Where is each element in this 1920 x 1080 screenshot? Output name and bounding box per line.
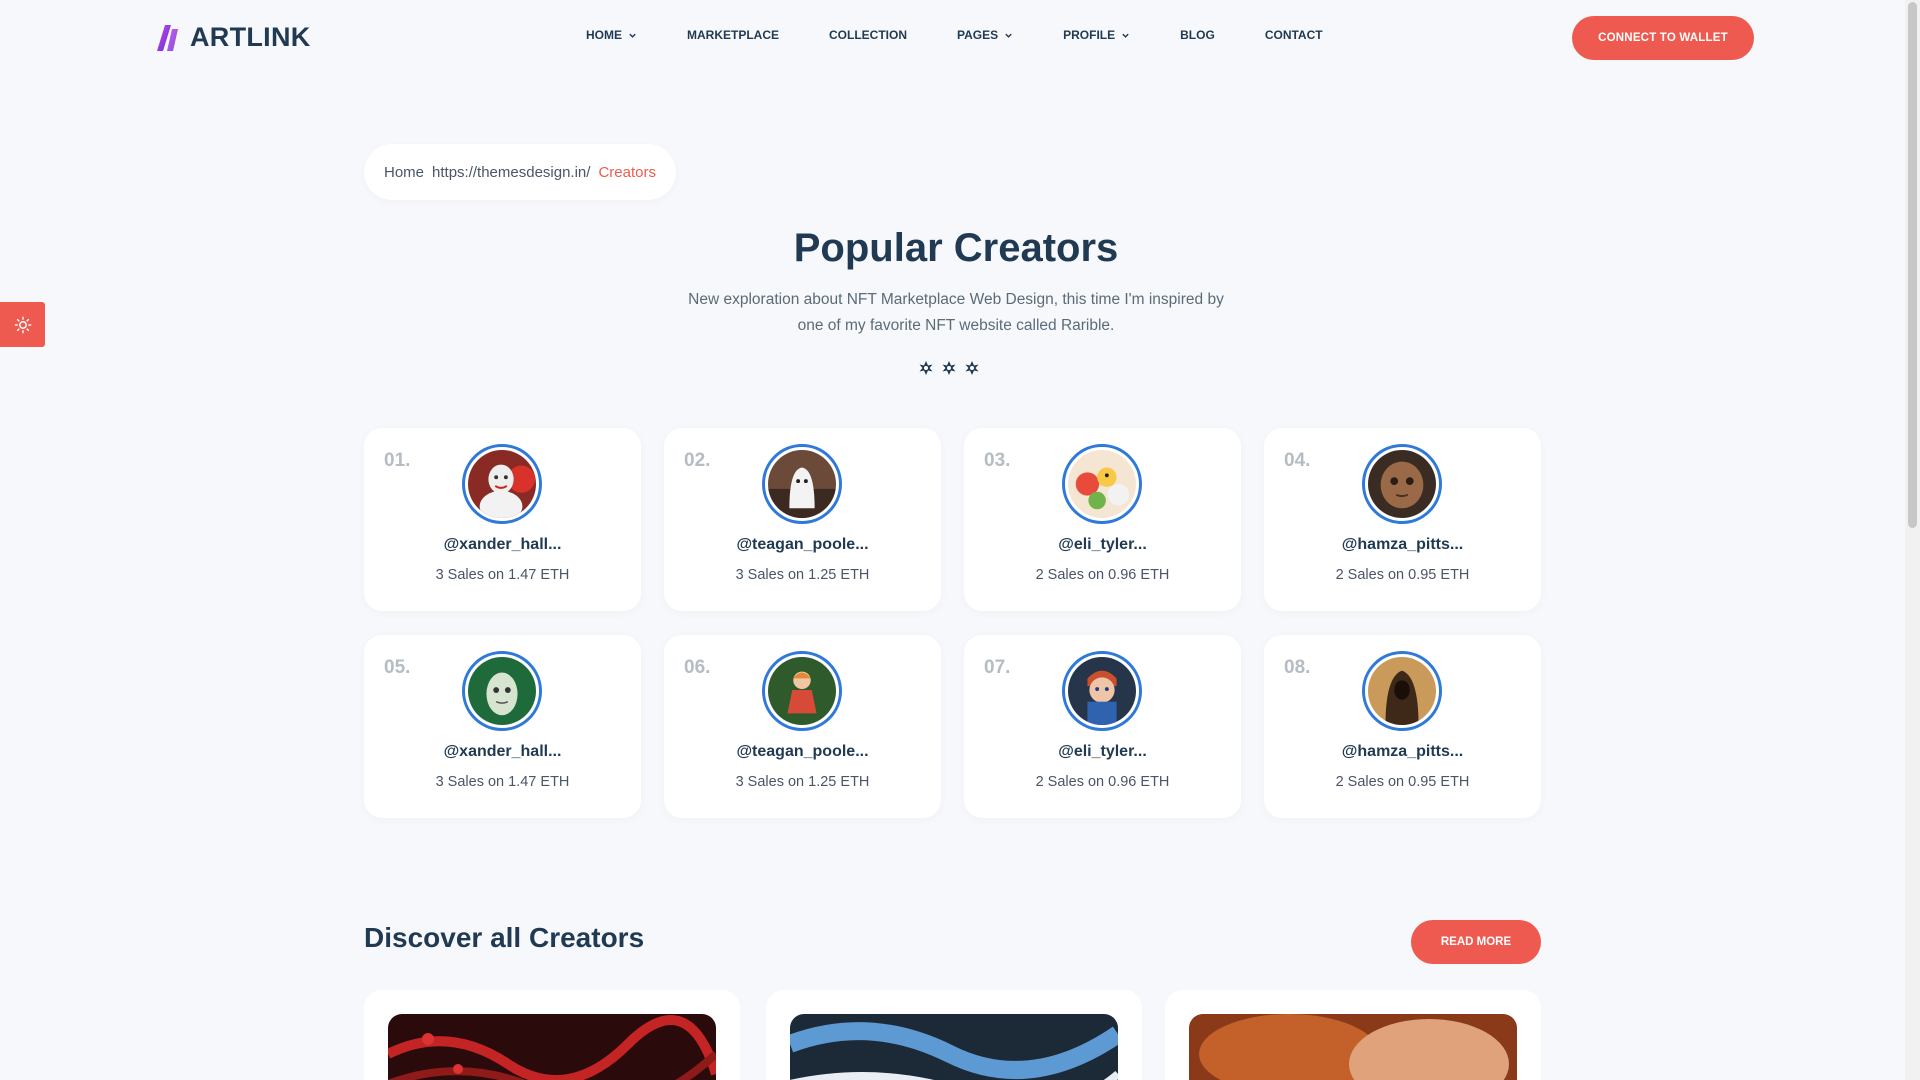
nav-profile[interactable]: PROFILE	[1063, 28, 1130, 42]
avatar[interactable]	[1362, 444, 1442, 524]
creator-collection-card[interactable]	[766, 990, 1142, 1080]
creator-name[interactable]: @eli_tyler...	[964, 743, 1241, 761]
page-subtitle: New exploration about NFT Marketplace We…	[688, 291, 1224, 334]
nav-profile-label: PROFILE	[1063, 28, 1116, 42]
creator-card[interactable]: 02. @teagan_poole... 3 Sales on 1.25 ETH	[664, 428, 941, 611]
star-icon	[942, 361, 956, 375]
creator-name[interactable]: @hamza_pitts...	[1264, 536, 1541, 554]
creator-sales: 3 Sales on 1.47 ETH	[435, 774, 570, 790]
ghost-avatar-icon	[768, 450, 836, 518]
breadcrumb-home[interactable]: Home	[384, 164, 424, 181]
nav-marketplace[interactable]: MARKETPLACE	[687, 28, 779, 42]
nav-contact[interactable]: CONTACT	[1265, 28, 1323, 42]
blue-abstract-image	[790, 1014, 1118, 1080]
creator-name[interactable]: @eli_tyler...	[964, 536, 1241, 554]
sun-icon	[14, 316, 31, 333]
nav-blog[interactable]: BLOG	[1180, 28, 1215, 42]
creator-rank: 05.	[384, 657, 411, 678]
orange-smoke-image	[1189, 1014, 1517, 1080]
chucky-avatar-icon	[1068, 657, 1136, 725]
avatar[interactable]	[462, 651, 542, 731]
nav-home[interactable]: HOME	[586, 28, 637, 42]
creator-card[interactable]: 04. @hamza_pitts... 2 Sales on 0.95 ETH	[1264, 428, 1541, 611]
creator-rank: 03.	[984, 450, 1011, 471]
site-header: ARTLINK HOME MARKETPLACE COLLECTION PAGE…	[0, 0, 1905, 76]
girl-figure-avatar-icon	[768, 657, 836, 725]
creator-card[interactable]: 01. @xander_hall... 3 Sales on 1.47 ETH	[364, 428, 641, 611]
creator-collection-card[interactable]	[364, 990, 740, 1080]
nav-collection[interactable]: COLLECTION	[829, 28, 907, 42]
creator-sales: 2 Sales on 0.96 ETH	[1035, 774, 1170, 790]
connect-wallet-button[interactable]: CONNECT TO WALLET	[1572, 16, 1754, 60]
nav-marketplace-label: MARKETPLACE	[687, 28, 779, 42]
discover-title: Discover all Creators	[364, 922, 645, 953]
creator-sales: 2 Sales on 0.95 ETH	[1335, 567, 1470, 583]
read-more-button[interactable]: READ MORE	[1411, 920, 1541, 964]
nav-pages-label: PAGES	[957, 28, 999, 42]
avatar[interactable]	[762, 444, 842, 524]
chevron-down-icon	[1122, 33, 1129, 38]
clown-avatar-icon	[468, 450, 536, 522]
avatar[interactable]	[1062, 444, 1142, 524]
creator-sales: 2 Sales on 0.95 ETH	[1335, 774, 1470, 790]
hooded-figure-avatar-icon	[1368, 657, 1436, 725]
creator-card[interactable]: 07. @eli_tyler... 2 Sales on 0.96 ETH	[964, 635, 1241, 818]
creator-sales: 3 Sales on 1.47 ETH	[435, 567, 570, 583]
avatar[interactable]	[1362, 651, 1442, 731]
creator-sales: 3 Sales on 1.25 ETH	[735, 567, 870, 583]
creator-card[interactable]: 03. @eli_tyler... 2 Sales on 0.96 ETH	[964, 428, 1241, 611]
nav-blog-label: BLOG	[1180, 28, 1215, 42]
nav-home-label: HOME	[586, 28, 622, 42]
nav-collection-label: COLLECTION	[829, 28, 907, 42]
creator-card[interactable]: 08. @hamza_pitts... 2 Sales on 0.95 ETH	[1264, 635, 1541, 818]
creator-name[interactable]: @xander_hall...	[364, 536, 641, 554]
creator-name[interactable]: @teagan_poole...	[664, 743, 941, 761]
breadcrumb: Home https://themesdesign.in/ Creators	[364, 144, 676, 200]
creator-card[interactable]: 06. @teagan_poole... 3 Sales on 1.25 ETH	[664, 635, 941, 818]
section-divider	[918, 360, 980, 376]
logo-text: ARTLINK	[190, 22, 311, 52]
creator-name[interactable]: @hamza_pitts...	[1264, 743, 1541, 761]
egg-avatar-icon	[468, 657, 536, 725]
logo[interactable]: ARTLINK	[156, 22, 311, 53]
creator-rank: 01.	[384, 450, 411, 471]
breadcrumb-url[interactable]: https://themesdesign.in/	[432, 164, 590, 181]
toys-avatar-icon	[1068, 450, 1136, 518]
page-title: Popular Creators	[793, 226, 1119, 270]
chevron-down-icon	[629, 33, 636, 38]
creator-card[interactable]: 05. @xander_hall... 3 Sales on 1.47 ETH	[364, 635, 641, 818]
creator-collection-card[interactable]	[1165, 990, 1541, 1080]
avatar[interactable]	[462, 444, 542, 524]
avatar[interactable]	[762, 651, 842, 731]
creator-sales: 2 Sales on 0.96 ETH	[1035, 567, 1170, 583]
creator-rank: 08.	[1284, 657, 1311, 678]
star-icon	[965, 361, 979, 375]
theme-toggle-button[interactable]	[0, 302, 45, 347]
avatar[interactable]	[1062, 651, 1142, 731]
breadcrumb-current: Creators	[598, 163, 656, 181]
logo-mark-icon	[157, 24, 178, 51]
creator-rank: 04.	[1284, 450, 1311, 471]
nav-pages[interactable]: PAGES	[957, 28, 1013, 42]
creator-rank: 07.	[984, 657, 1011, 678]
creator-name[interactable]: @teagan_poole...	[664, 536, 941, 554]
doll-face-avatar-icon	[1368, 450, 1436, 518]
creator-name[interactable]: @xander_hall...	[364, 743, 641, 761]
creator-rank: 06.	[684, 657, 711, 678]
red-abstract-image	[388, 1014, 716, 1080]
main-nav: HOME MARKETPLACE COLLECTION PAGES PROFIL…	[586, 28, 1373, 42]
creator-rank: 02.	[684, 450, 711, 471]
creator-sales: 3 Sales on 1.25 ETH	[735, 774, 870, 790]
chevron-down-icon	[1005, 33, 1012, 38]
nav-contact-label: CONTACT	[1264, 28, 1323, 42]
star-icon	[919, 361, 933, 375]
page-scrollbar[interactable]	[1905, 0, 1920, 1080]
